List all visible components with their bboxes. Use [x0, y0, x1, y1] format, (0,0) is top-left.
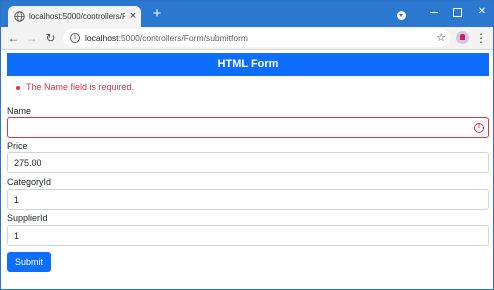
menu-icon[interactable]: ⋮ [475, 30, 487, 46]
address-bar: ← → ↻ localhost:5000/controllers/Form/su… [1, 27, 493, 50]
new-tab-icon[interactable]: + [149, 5, 165, 22]
url-field[interactable]: localhost:5000/controllers/Form/submitfo… [63, 29, 450, 47]
globe-icon [14, 11, 25, 22]
browser-tab[interactable]: localhost:5000/controllers/Form/submitfo… [8, 6, 141, 27]
extension-icon[interactable] [456, 31, 469, 44]
page-title: HTML Form [7, 53, 489, 76]
name-label: Name [7, 106, 32, 116]
price-label: Price [7, 141, 28, 151]
reload-icon[interactable]: ↻ [43, 30, 58, 46]
category-id-field[interactable] [7, 189, 489, 210]
price-field[interactable] [7, 152, 489, 173]
minimize-icon[interactable] [424, 4, 444, 20]
category-id-label: CategoryId [7, 177, 52, 187]
browser-window: localhost:5000/controllers/Form/submitfo… [0, 0, 494, 290]
name-field[interactable] [7, 117, 489, 138]
url-path: :5000/controllers/Form/submitform [118, 33, 248, 43]
maximize-icon[interactable] [447, 4, 467, 20]
forward-icon[interactable]: → [24, 30, 39, 46]
supplier-id-label: SupplierId [7, 213, 48, 223]
validation-error: The Name field is required. [16, 81, 134, 94]
tab-close-icon[interactable]: × [127, 9, 139, 23]
url-host: localhost [85, 33, 119, 43]
chevron-down-icon[interactable] [397, 11, 406, 20]
info-icon[interactable] [70, 33, 80, 43]
tab-title: localhost:5000/controllers/Form/submitfo… [29, 12, 125, 21]
url-text: localhost:5000/controllers/Form/submitfo… [85, 31, 248, 45]
submit-button[interactable]: Submit [7, 252, 51, 272]
close-icon[interactable]: ✕ [472, 4, 492, 20]
title-bar: localhost:5000/controllers/Form/submitfo… [1, 1, 493, 27]
bookmark-star-icon[interactable]: ☆ [434, 30, 448, 46]
error-icon [474, 123, 484, 133]
supplier-id-field[interactable] [7, 225, 489, 246]
back-icon[interactable]: ← [6, 30, 21, 46]
